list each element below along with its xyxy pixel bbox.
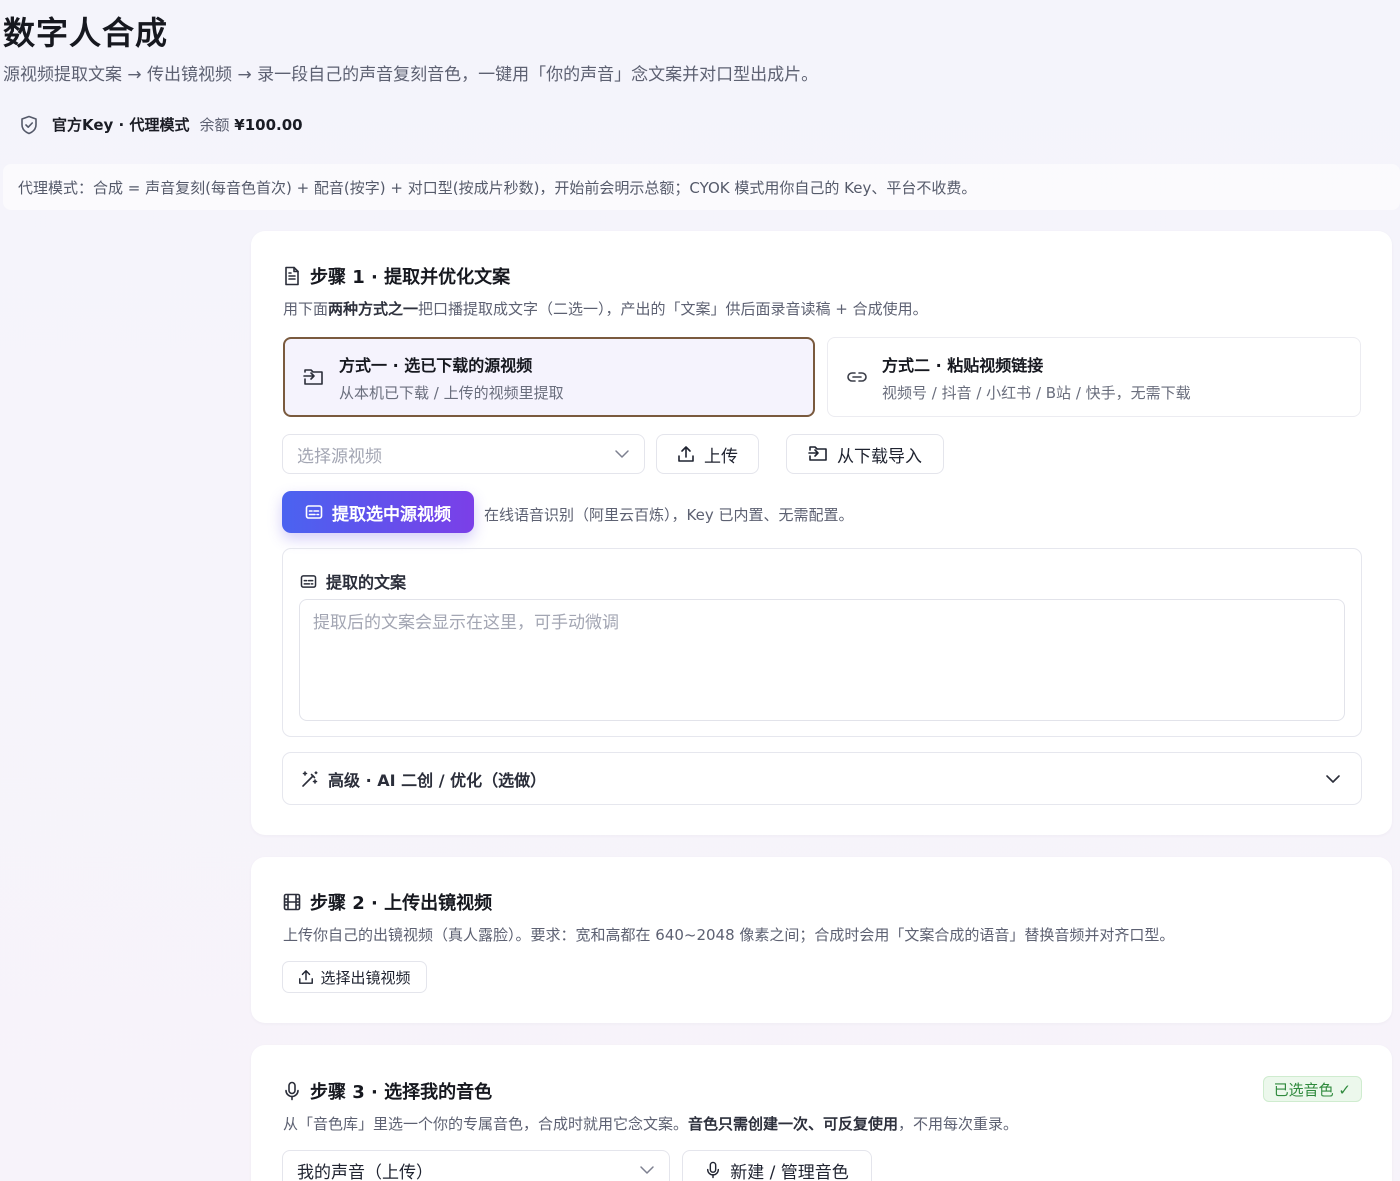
step2-desc: 上传你自己的出镜视频（真人露脸）。要求：宽和高都在 640~2048 像素之间；… xyxy=(283,926,1175,944)
page-subtitle: 源视频提取文案 → 传出镜视频 → 录一段自己的声音复刻音色，一键用「你的声音」… xyxy=(3,65,819,85)
panel-title-text: 提取的文案 xyxy=(326,573,407,592)
extracted-script-panel: 提取的文案 提取后的文案会显示在这里，可手动微调 xyxy=(282,548,1362,737)
subtitles-icon xyxy=(305,505,323,519)
advanced-ai-rewrite-toggle[interactable]: 高级 · AI 二创 / 优化（选做） xyxy=(282,752,1362,805)
method1-title: 方式一 · 选已下载的源视频 xyxy=(339,355,533,375)
method2-title: 方式二 · 粘贴视频链接 xyxy=(882,355,1044,375)
source-video-select[interactable]: 选择源视频 xyxy=(282,434,645,474)
voice-select[interactable]: 我的声音（上传） xyxy=(282,1150,670,1181)
film-icon xyxy=(283,893,301,911)
step3-desc-before: 从「音色库」里选一个你的专属音色，合成时就用它念文案。 xyxy=(283,1115,689,1133)
extracted-script-title: 提取的文案 xyxy=(300,569,406,593)
upload-icon xyxy=(299,970,314,984)
step1-title: 步骤 1 · 提取并优化文案 xyxy=(283,263,510,289)
file-import-icon xyxy=(303,369,323,385)
microphone-icon xyxy=(285,1081,299,1101)
shield-check-icon xyxy=(21,115,37,134)
step3-title: 步骤 3 · 选择我的音色 xyxy=(283,1078,492,1104)
step3-desc: 从「音色库」里选一个你的专属音色，合成时就用它念文案。音色只需创建一次、可反复使… xyxy=(283,1113,1018,1134)
extract-button[interactable]: 提取选中源视频 xyxy=(282,491,474,533)
magic-wand-icon xyxy=(302,770,318,787)
import-label: 从下载导入 xyxy=(837,446,922,467)
extract-hint: 在线语音识别（阿里云百炼），Key 已内置、无需配置。 xyxy=(484,506,854,524)
step1-desc-after: 把口播提取成文字（二选一），产出的「文案」供后面录音读稿 + 合成使用。 xyxy=(418,300,928,318)
step1-card: 步骤 1 · 提取并优化文案 用下面两种方式之一把口播提取成文字（二选一），产出… xyxy=(251,231,1392,835)
subtitles-icon xyxy=(300,574,317,588)
choose-presenter-video-button[interactable]: 选择出镜视频 xyxy=(282,961,427,993)
chevron-down-icon xyxy=(615,450,629,458)
extract-label: 提取选中源视频 xyxy=(332,504,451,525)
chevron-down-icon xyxy=(640,1166,654,1174)
chevron-down-icon xyxy=(1326,774,1340,783)
balance-value: ¥100.00 xyxy=(234,116,303,134)
document-icon xyxy=(285,266,299,286)
step1-title-text: 步骤 1 · 提取并优化文案 xyxy=(310,267,511,288)
step1-desc-bold: 两种方式之一 xyxy=(328,300,419,318)
step2-title-text: 步骤 2 · 上传出镜视频 xyxy=(310,893,493,914)
method-paste-link[interactable]: 方式二 · 粘贴视频链接 视频号 / 抖音 / 小红书 / B站 / 快手，无需… xyxy=(827,337,1361,417)
balance: 余额 ¥100.00 xyxy=(199,114,302,135)
microphone-icon xyxy=(707,1161,720,1179)
folder-import-icon xyxy=(808,446,827,461)
step3-card: 步骤 3 · 选择我的音色 已选音色 ✓ 从「音色库」里选一个你的专属音色，合成… xyxy=(251,1045,1392,1181)
step3-desc-after: ，不用每次重录。 xyxy=(898,1115,1019,1133)
method-local-video[interactable]: 方式一 · 选已下载的源视频 从本机已下载 / 上传的视频里提取 xyxy=(283,337,815,417)
voice-selected-badge: 已选音色 ✓ xyxy=(1262,1076,1362,1102)
method2-sub: 视频号 / 抖音 / 小红书 / B站 / 快手，无需下载 xyxy=(882,383,1191,402)
pricing-notice: 代理模式：合成 = 声音复刻(每音色首次) + 配音(按字) + 对口型(按成片… xyxy=(3,164,1400,210)
step3-desc-bold: 音色只需创建一次、可反复使用 xyxy=(688,1115,899,1133)
step1-desc-before: 用下面 xyxy=(283,300,329,318)
mode-indicator: 官方Key · 代理模式 余额 ¥100.00 xyxy=(20,114,303,135)
advanced-label: 高级 · AI 二创 / 优化（选做） xyxy=(328,770,547,790)
link-icon xyxy=(847,372,867,382)
import-from-download-button[interactable]: 从下载导入 xyxy=(786,434,944,474)
upload-label: 上传 xyxy=(704,446,738,467)
script-textarea[interactable]: 提取后的文案会显示在这里，可手动微调 xyxy=(299,599,1345,721)
choose-video-label: 选择出镜视频 xyxy=(320,968,411,987)
upload-icon xyxy=(678,446,694,462)
method1-sub: 从本机已下载 / 上传的视频里提取 xyxy=(339,383,564,402)
step3-title-text: 步骤 3 · 选择我的音色 xyxy=(310,1082,493,1103)
manage-voice-label: 新建 / 管理音色 xyxy=(730,1162,849,1181)
step2-card: 步骤 2 · 上传出镜视频 上传你自己的出镜视频（真人露脸）。要求：宽和高都在 … xyxy=(251,857,1392,1023)
upload-button[interactable]: 上传 xyxy=(656,434,759,474)
step2-title: 步骤 2 · 上传出镜视频 xyxy=(283,889,492,915)
step1-desc: 用下面两种方式之一把口播提取成文字（二选一），产出的「文案」供后面录音读稿 + … xyxy=(283,298,928,319)
manage-voice-button[interactable]: 新建 / 管理音色 xyxy=(682,1150,872,1181)
source-video-placeholder: 选择源视频 xyxy=(297,446,382,467)
page-title: 数字人合成 xyxy=(3,14,169,52)
balance-label: 余额 xyxy=(199,116,230,134)
voice-selected-value: 我的声音（上传） xyxy=(297,1162,433,1181)
mode-label: 官方Key · 代理模式 xyxy=(52,116,190,134)
